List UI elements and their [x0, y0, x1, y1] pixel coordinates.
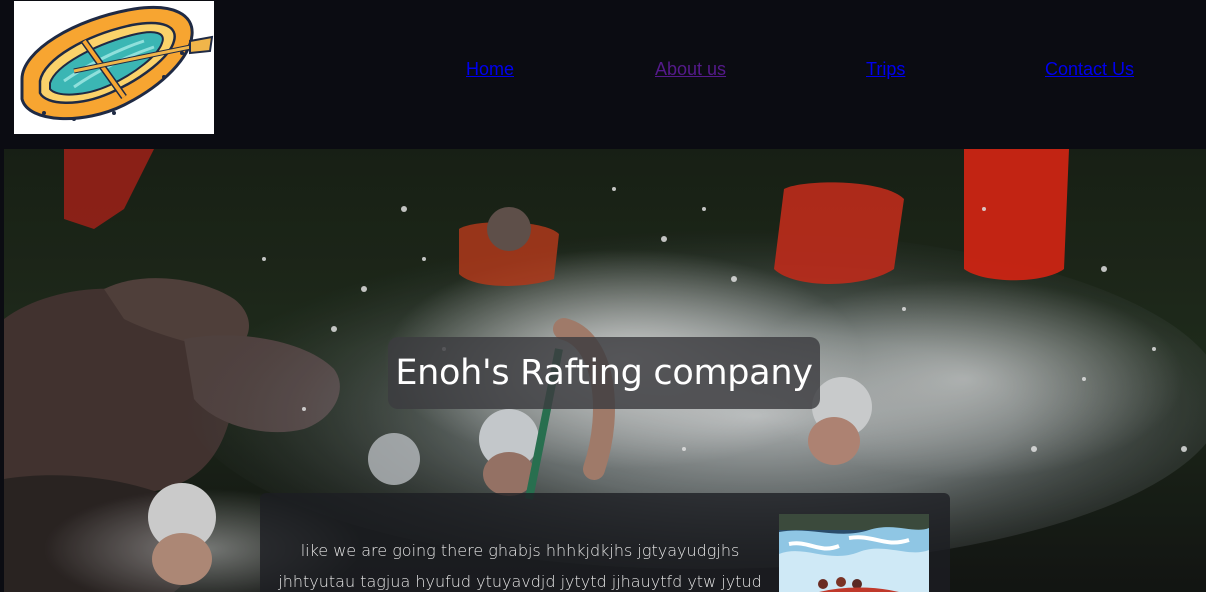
site-title: Enoh's Rafting company	[395, 353, 813, 393]
raft-logo-icon	[14, 1, 214, 134]
site-title-box: Enoh's Rafting company	[388, 337, 820, 409]
whitewater-thumbnail-photo	[779, 514, 929, 592]
nav-link-home[interactable]: Home	[466, 58, 514, 80]
nav-link-trips[interactable]: Trips	[866, 58, 905, 80]
nav-link-contact-us[interactable]: Contact Us	[1045, 58, 1134, 80]
nav-link-about-us[interactable]: About us	[655, 58, 726, 80]
intro-text: like we are going there ghabjs hhhkjdkjh…	[274, 535, 766, 592]
site-header: Home About us Trips Contact Us	[0, 0, 1206, 149]
intro-image	[779, 514, 929, 592]
logo[interactable]	[14, 1, 214, 134]
intro-line: jhhtyutau tagjua hyufud ytuyavdjd jytytd…	[278, 572, 762, 591]
hero-section: Enoh's Rafting company like we are going…	[4, 149, 1206, 592]
intro-line: like we are going there ghabjs hhhkjdkjh…	[300, 541, 740, 560]
intro-panel: like we are going there ghabjs hhhkjdkjh…	[260, 493, 950, 592]
